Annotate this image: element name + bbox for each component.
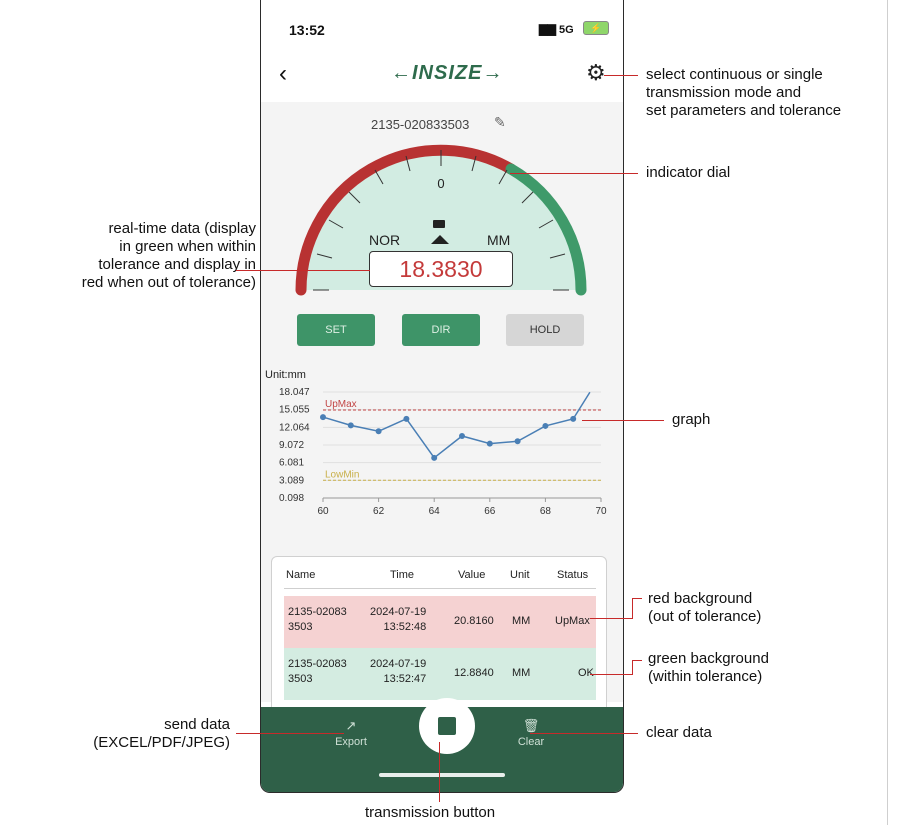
- leader-realtime: [236, 270, 370, 271]
- leader-clear-data: [530, 733, 638, 734]
- cell-unit: MM: [512, 667, 531, 679]
- leader-green-background-t: [632, 660, 642, 661]
- x-tick-label: 68: [540, 506, 552, 517]
- measurement-chart: Unit:mm 18.047 15.055 12.064 9.072 6.081 3.089…: [265, 369, 607, 517]
- leader-dial: [510, 173, 638, 174]
- leader-green-background: [632, 660, 633, 674]
- x-tick-label: 66: [484, 506, 496, 517]
- column-header-value: Value: [458, 569, 486, 581]
- data-point: [375, 428, 382, 435]
- stop-icon: [438, 717, 456, 735]
- trash-icon: 🗑: [522, 718, 540, 733]
- unit-label: MM: [487, 232, 511, 248]
- data-point: [403, 415, 410, 422]
- leader-red-background-t: [632, 598, 642, 599]
- battery-icon: ⚡: [583, 21, 609, 35]
- transmission-button[interactable]: [419, 698, 475, 754]
- triangle-up-icon: [431, 235, 449, 244]
- data-point: [486, 440, 493, 447]
- reference-label: LowMin: [325, 469, 359, 480]
- data-point: [431, 454, 438, 461]
- device-id: 2135-020833503: [371, 117, 470, 132]
- clear-label: Clear: [517, 736, 545, 748]
- annotation-send-data: send data (EXCEL/PDF/JPEG): [93, 716, 230, 751]
- column-header-name: Name: [286, 569, 316, 581]
- brand-logo: ←INSIZE→: [391, 62, 504, 84]
- gear-icon[interactable]: ⚙: [586, 62, 606, 84]
- data-point: [347, 422, 354, 429]
- cell-value: 20.8160: [454, 615, 494, 627]
- y-tick-label: 18.047: [279, 387, 310, 398]
- annotation-graph: graph: [672, 411, 711, 428]
- table-row[interactable]: 2135-02083 3503 2024-07-19 13:52:48 20.8…: [284, 596, 596, 648]
- edit-icon[interactable]: ✎: [494, 114, 506, 131]
- hold-button[interactable]: HOLD: [506, 314, 584, 346]
- realtime-reading: 18.3830: [369, 251, 513, 287]
- dir-button[interactable]: DIR: [402, 314, 480, 346]
- cell-unit: MM: [512, 615, 531, 627]
- annotation-red-background: red background (out of tolerance): [648, 590, 762, 625]
- data-point: [459, 432, 465, 439]
- export-label: Export: [335, 736, 367, 748]
- annotation-green-background: green background (within tolerance): [648, 650, 769, 685]
- annotation-dial: indicator dial: [646, 164, 731, 181]
- leader-send-data: [236, 733, 344, 734]
- brand-name: INSIZE: [412, 62, 483, 84]
- leader-red-background-h: [590, 618, 633, 619]
- annotation-transmission: transmission button: [365, 804, 496, 821]
- annotation-settings: select continuous or single transmission…: [646, 66, 842, 119]
- data-point: [320, 414, 326, 421]
- y-tick-label: 12.064: [279, 422, 310, 433]
- cell-value: 12.8840: [454, 667, 494, 679]
- leader-transmission: [439, 742, 440, 802]
- leader-green-background-h: [590, 674, 633, 675]
- x-tick-label: 62: [373, 506, 385, 517]
- data-point: [570, 415, 577, 422]
- leader-red-background: [632, 598, 633, 618]
- data-point: [542, 422, 549, 429]
- data-table: Name Time Value Unit Status 2135-02083 3…: [271, 556, 607, 718]
- leader-settings: [604, 75, 638, 76]
- battery-small-icon: [433, 220, 445, 228]
- network-label: 5G: [558, 24, 574, 36]
- annotation-clear-data: clear data: [646, 724, 712, 741]
- y-tick-label: 3.089: [279, 475, 304, 486]
- cell-name: 2135-02083 3503: [288, 658, 347, 685]
- cell-status: UpMax: [555, 615, 590, 627]
- status-time: 13:52: [289, 22, 325, 38]
- table-row[interactable]: 2135-02083 3503 2024-07-19 13:52:47 12.8…: [284, 648, 596, 700]
- share-icon: ↗: [345, 718, 357, 733]
- chevron-left-icon[interactable]: ‹: [279, 62, 287, 86]
- column-header-unit: Unit: [510, 569, 530, 581]
- column-header-status: Status: [557, 569, 589, 581]
- series-line: [322, 391, 591, 459]
- set-button[interactable]: SET: [297, 314, 375, 346]
- cell-time: 2024-07-19 13:52:48: [370, 606, 427, 633]
- dial-zero-label: 0: [437, 176, 444, 191]
- cell-time: 2024-07-19 13:52:47: [370, 658, 427, 685]
- page-border-line: [887, 0, 888, 825]
- y-tick-label: 0.098: [279, 493, 304, 504]
- cell-name: 2135-02083 3503: [288, 606, 347, 633]
- phone-screen: 13:52 ▇▇ 5G ⚡ ‹ ←INSIZE→ ⚙ 2135-02083350…: [260, 0, 624, 793]
- home-indicator: [379, 773, 505, 777]
- mode-label: NOR: [369, 232, 401, 248]
- x-tick-label: 70: [595, 506, 607, 517]
- annotation-realtime: real-time data (display in green when wi…: [81, 220, 256, 291]
- network-indicator: ▇▇ 5G: [539, 23, 574, 36]
- header-divider: [284, 588, 596, 589]
- x-tick-label: 60: [317, 506, 329, 517]
- x-tick-label: 64: [429, 506, 441, 517]
- data-point: [514, 438, 521, 445]
- leader-graph: [582, 420, 664, 421]
- reference-label: UpMax: [325, 399, 357, 410]
- signal-icon: ▇▇: [539, 24, 559, 36]
- chart-unit-label: Unit:mm: [265, 369, 306, 381]
- y-tick-label: 9.072: [279, 440, 304, 451]
- column-header-time: Time: [390, 569, 415, 581]
- y-tick-label: 15.055: [279, 405, 310, 416]
- y-tick-label: 6.081: [279, 458, 304, 469]
